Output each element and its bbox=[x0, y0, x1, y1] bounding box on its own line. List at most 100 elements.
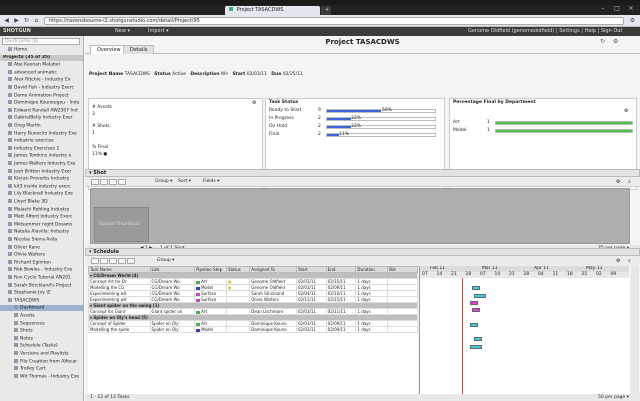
view-task-icon[interactable] bbox=[118, 258, 126, 264]
sidebar-item[interactable]: James Walters Industry Exe bbox=[0, 161, 83, 167]
gantt-task-bar[interactable] bbox=[470, 344, 482, 349]
refresh-icon[interactable]: ↻ bbox=[600, 38, 605, 45]
shot-settings-icon[interactable]: ⚙ bbox=[616, 179, 620, 185]
sidebar-item[interactable]: Alex Ritchie - Industry Ex bbox=[0, 77, 83, 83]
sidebar-item[interactable]: Rob Bowles - Industry Exe bbox=[0, 267, 83, 273]
sidebar-item[interactable]: Josh Britton Industry Exer bbox=[0, 168, 83, 175]
gantt-scrollbar[interactable] bbox=[631, 266, 639, 394]
shot-search-icon[interactable]: ⌕ bbox=[628, 179, 631, 185]
sidebar-item[interactable]: Trolley Cart bbox=[0, 366, 83, 372]
sidebar-item[interactable]: Schedule (Tasks) bbox=[0, 343, 83, 349]
new-tab-button[interactable]: + bbox=[321, 6, 331, 15]
sidebar-item[interactable]: Natalia Alavilla: Industry bbox=[0, 229, 83, 235]
gantt-task-bar[interactable] bbox=[470, 300, 478, 305]
sidebar-item[interactable]: Malachi Rohling Industry bbox=[0, 206, 83, 213]
pct-settings-icon[interactable]: ⚙ bbox=[624, 108, 628, 114]
sidebar-item[interactable]: Notes bbox=[0, 335, 83, 342]
sidebar-item[interactable]: kit3 inside industry exerc bbox=[0, 183, 83, 190]
sidebar-item[interactable]: File Creation from Alfocar bbox=[0, 358, 83, 365]
pipeline-step-cell[interactable]: Model bbox=[194, 326, 227, 333]
url-input[interactable]: https://ravensbourne-l2.shotgunstudio.co… bbox=[44, 17, 624, 25]
shot-fields-menu[interactable]: Fields ▾ bbox=[203, 179, 219, 184]
sidebar-item[interactable]: Midsummer night Dreams bbox=[0, 221, 83, 228]
shot-group-menu[interactable]: Group ▾ bbox=[155, 179, 172, 184]
shot-section-header[interactable]: ▾ Shot bbox=[85, 169, 640, 177]
schedule-section-header[interactable]: ▾ Schedule bbox=[85, 248, 640, 256]
new-menu[interactable]: New ▾ bbox=[115, 28, 130, 34]
batch-task-icon[interactable] bbox=[109, 258, 117, 264]
sidebar-item[interactable]: Abe Keenan Malabel bbox=[0, 62, 83, 68]
sidebar-item[interactable]: Demo Animation Project bbox=[0, 92, 83, 99]
browser-tab-active[interactable]: Project TASACDWS bbox=[225, 6, 320, 15]
sidebar-item[interactable]: Home bbox=[0, 47, 83, 53]
duration-cell[interactable]: 1 days bbox=[355, 326, 389, 333]
quick-jump-input[interactable]: Quick Jump (g) bbox=[2, 38, 80, 45]
tab-overview[interactable]: Overview bbox=[90, 45, 128, 54]
sidebar-item[interactable]: GabrielBelly Industry Exer bbox=[0, 115, 83, 121]
assigned-to-cell[interactable]: Dominique Kouno bbox=[249, 326, 297, 333]
close-window-icon[interactable]: × bbox=[624, 5, 638, 14]
sidebar-item[interactable]: Harry Bunoclio Industry Exe bbox=[0, 130, 83, 137]
sidebar-item[interactable]: Greg Martin bbox=[0, 123, 83, 129]
sidebar-item[interactable]: Dominique Kounougou - Indu bbox=[0, 100, 83, 106]
counts-settings-icon[interactable]: ⚙ bbox=[252, 100, 256, 106]
sidebar-item[interactable]: Sequences bbox=[0, 320, 83, 327]
schedule-search-icon[interactable]: ⌕ bbox=[628, 258, 631, 264]
edit-shot-icon[interactable] bbox=[100, 179, 108, 185]
sidebar-item[interactable]: Sarah Strickland's Project bbox=[0, 282, 83, 289]
task-per-page[interactable]: 50 per page ▾ bbox=[598, 395, 629, 400]
sidebar-item[interactable]: Stephanie Joy (E bbox=[0, 290, 83, 296]
task-name-cell[interactable]: Modelling the spide bbox=[88, 326, 151, 333]
edit-task-icon[interactable] bbox=[100, 258, 108, 264]
gantt-task-bar[interactable] bbox=[472, 308, 480, 313]
sidebar-item[interactable]: Matt Alford Industry Exerc bbox=[0, 214, 83, 220]
sidebar-item[interactable]: Lloyd Blake 3D bbox=[0, 199, 83, 205]
forward-icon[interactable]: ▶ bbox=[12, 17, 21, 25]
gantt-task-bar[interactable] bbox=[470, 322, 478, 327]
wrench-icon[interactable]: ⚙ bbox=[628, 17, 637, 25]
sidebar-item[interactable]: Richard Eglinton bbox=[0, 259, 83, 266]
sidebar-item[interactable]: Wit Thomas - Industry Exe bbox=[0, 373, 83, 380]
sidebar-item[interactable]: Olivia Walters bbox=[0, 252, 83, 258]
sidebar-item[interactable]: Oliver Kane bbox=[0, 244, 83, 251]
sidebar-item[interactable]: Versions and Playlists bbox=[0, 351, 83, 357]
start-cell[interactable]: 02/03/11 bbox=[295, 326, 327, 333]
add-task-icon[interactable] bbox=[91, 258, 99, 264]
sidebar-item[interactable]: industrie exercise bbox=[0, 138, 83, 144]
sidebar-item[interactable]: Edward Randall AW2307 Ind bbox=[0, 107, 83, 114]
gantt-task-bar[interactable] bbox=[474, 337, 482, 342]
sidebar-item[interactable]: TASACDWS bbox=[0, 297, 83, 304]
home-icon[interactable]: ⌂ bbox=[32, 17, 41, 25]
sidebar-item[interactable]: Nicolas Sierra Avila bbox=[0, 237, 83, 243]
minimize-icon[interactable]: – bbox=[596, 5, 610, 14]
gantt-task-bar[interactable] bbox=[474, 293, 486, 298]
view-shot-icon[interactable] bbox=[118, 179, 126, 185]
reload-icon[interactable]: ↻ bbox=[22, 17, 31, 25]
bid-cell[interactable] bbox=[387, 326, 418, 333]
sidebar-item[interactable]: Kieran Proverbs Industry bbox=[0, 176, 83, 182]
end-cell[interactable]: 02/09/11 bbox=[325, 326, 357, 333]
maximize-icon[interactable]: □ bbox=[610, 5, 624, 14]
sidebar-item[interactable]: Assets bbox=[0, 313, 83, 319]
sidebar-item[interactable]: Dashboard bbox=[0, 305, 83, 312]
upload-thumbnail-label[interactable]: Upload Thumbnail bbox=[99, 222, 140, 227]
add-shot-icon[interactable] bbox=[91, 179, 99, 185]
sidebar-item[interactable]: Projects (35 of 35) bbox=[0, 54, 83, 61]
sidebar-item[interactable]: Lily Blacknell Industry Exe bbox=[0, 191, 83, 197]
status-cell[interactable] bbox=[225, 326, 251, 333]
shot-sort-menu[interactable]: Sort ▾ bbox=[178, 179, 191, 184]
gantt-toggle-icon[interactable] bbox=[127, 258, 135, 264]
sidebar-item[interactable]: David Fish - Industry Exerc bbox=[0, 85, 83, 91]
import-menu[interactable]: Import ▾ bbox=[148, 28, 169, 34]
link-cell[interactable]: Spider on Oly' bbox=[149, 326, 196, 333]
sidebar-item[interactable]: Run Cycle Tutorial AN201 bbox=[0, 275, 83, 281]
table-row[interactable]: Modelling the spide Spider on Oly' Model Do… bbox=[88, 326, 418, 333]
tab-details[interactable]: Details bbox=[123, 45, 155, 54]
column-header[interactable]: Pipeline Step bbox=[194, 266, 227, 273]
user-links[interactable]: Genome Oldfield (genomeoldfield) | Setti… bbox=[468, 28, 622, 34]
schedule-settings-icon[interactable]: ⚙ bbox=[616, 258, 620, 264]
sidebar-item[interactable]: Shots bbox=[0, 328, 83, 334]
batch-shot-icon[interactable] bbox=[109, 179, 117, 185]
schedule-group-menu[interactable]: Group ▾ bbox=[157, 258, 174, 263]
settings-icon[interactable]: ⚙ bbox=[613, 38, 618, 45]
